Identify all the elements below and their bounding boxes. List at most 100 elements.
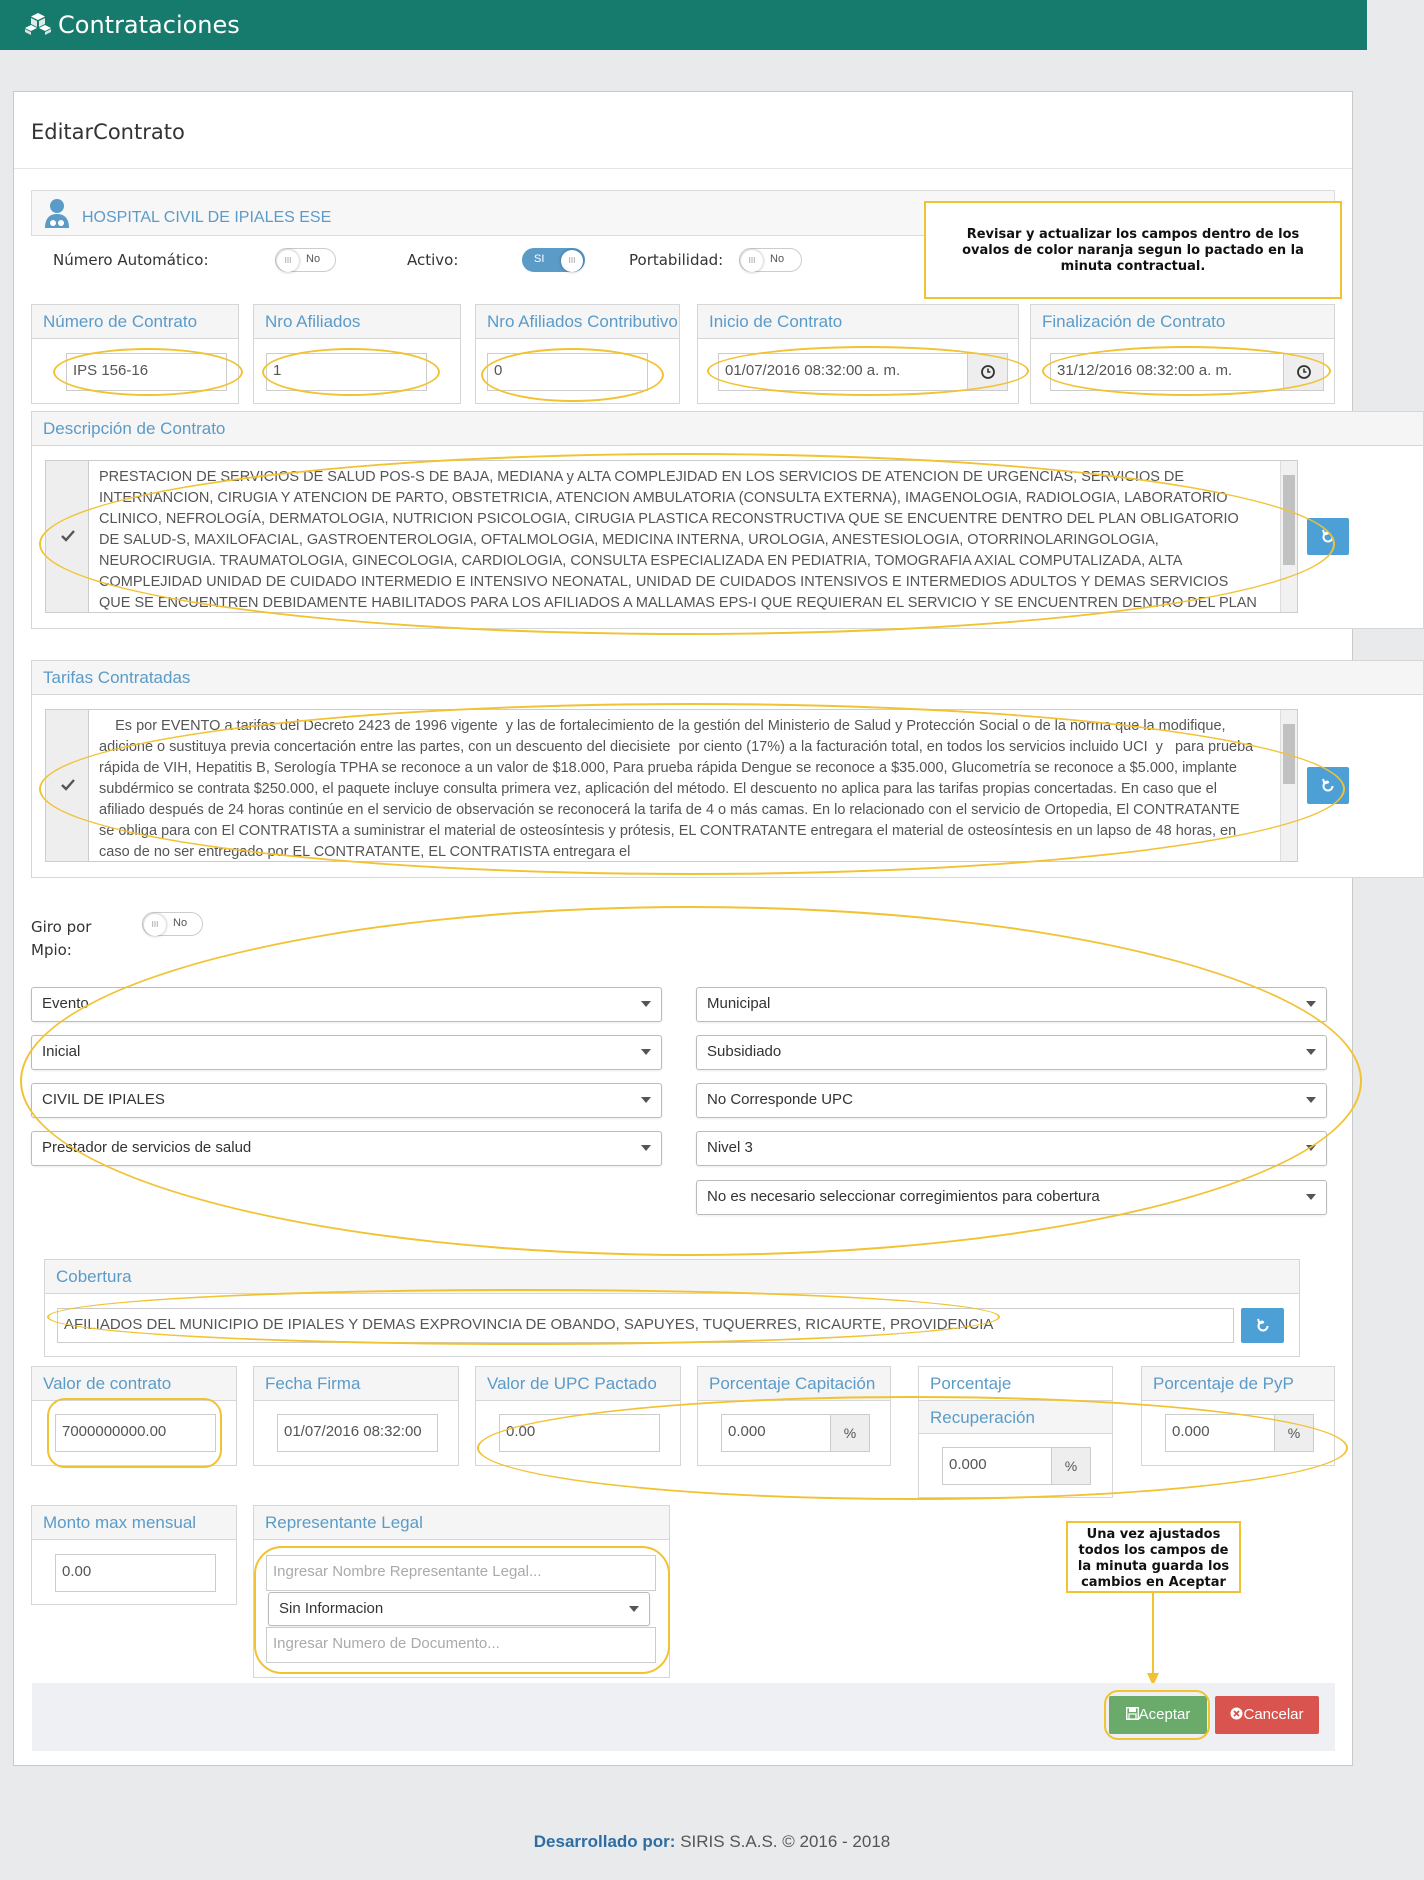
select-upc[interactable]: No Corresponde UPC [696,1083,1327,1118]
descripcion-side [45,460,89,613]
caret-down-icon [1306,1194,1316,1200]
caret-down-icon [641,1145,651,1151]
panel-heading-2: Recuperación [919,1400,1112,1434]
nro-afiliados-contributivo-input[interactable]: 0 [487,353,648,391]
tipo-documento-select[interactable]: Sin Informacion [268,1592,650,1626]
panel-heading: Porcentaje de PyP [1142,1367,1334,1401]
refresh-icon [1322,778,1334,792]
tarifas-scrollbar[interactable] [1280,710,1297,861]
select-tipo-prestador[interactable]: Prestador de servicios de salud [31,1131,662,1166]
caret-down-icon [629,1606,639,1612]
activo-toggle[interactable]: SI III [522,248,585,272]
percent-addon: % [1051,1447,1091,1485]
panel-heading: Número de Contrato [32,305,238,339]
user-doctor-icon [42,197,72,234]
caret-down-icon [1306,1097,1316,1103]
tarifas-textarea[interactable]: Es por EVENTO a tarifas del Decreto 2423… [88,709,1298,862]
nro-afiliados-input[interactable]: 1 [266,353,427,391]
portabilidad-label: Portabilidad: [629,251,724,269]
portabilidad-toggle[interactable]: III No [739,248,802,272]
arrow-down-icon [1147,1593,1159,1686]
select-tipo-contratacion[interactable]: Evento [31,987,662,1022]
numero-automatico-label: Número Automático: [53,251,209,269]
panel-heading: Descripción de Contrato [32,412,1423,446]
hospital-name: HOSPITAL CIVIL DE IPIALES ESE [82,209,332,226]
app-title: Contrataciones [58,11,240,39]
panel-heading: Tarifas Contratadas [32,661,1423,695]
monto-max-input[interactable]: 0.00 [55,1554,216,1592]
panel-heading: Cobertura [45,1260,1299,1294]
valor-contrato-input[interactable]: 7000000000.00 [55,1414,216,1452]
top-bar: Contrataciones [0,0,1367,50]
valor-upc-input[interactable]: 0.00 [499,1414,660,1452]
panel-heading: Porcentaje [919,1367,1112,1401]
page-footer: Desarrollado por: SIRIS S.A.S. © 2016 - … [0,1832,1424,1852]
percent-addon: % [830,1414,870,1452]
caret-down-icon [1306,1049,1316,1055]
panel-heading: Porcentaje Capitación [698,1367,890,1401]
panel-heading: Nro Afiliados Contributivo [476,305,679,339]
representante-nombre-input[interactable]: Ingresar Nombre Representante Legal... [266,1555,656,1591]
times-circle-icon [1230,1707,1243,1720]
porcentaje-capitacion-input[interactable]: 0.000 [721,1414,831,1452]
accept-button[interactable]: Aceptar [1109,1696,1207,1734]
toggle-state: No [306,253,321,265]
panel-heading: Monto max mensual [32,1506,236,1540]
select-corregimientos[interactable]: No es necesario seleccionar corregimient… [696,1180,1327,1215]
check-icon [61,529,75,547]
refresh-button[interactable] [1307,518,1349,555]
check-icon [61,778,75,796]
divider [14,168,1352,169]
caret-down-icon [1306,1001,1316,1007]
select-sede[interactable]: CIVIL DE IPIALES [31,1083,662,1118]
panel-heading: Nro Afiliados [254,305,460,339]
porcentaje-pyp-input[interactable]: 0.000 [1165,1414,1275,1452]
percent-addon: % [1274,1414,1314,1452]
instruction-note: Revisar y actualizar los campos dentro d… [924,201,1342,299]
clock-icon[interactable] [967,353,1008,391]
caret-down-icon [641,1001,651,1007]
inicio-contrato-input[interactable]: 01/07/2016 08:32:00 a. m. [718,353,968,391]
porcentaje-recuperacion-input[interactable]: 0.000 [942,1447,1052,1485]
numero-automatico-toggle[interactable]: III No [275,248,336,272]
caret-down-icon [641,1049,651,1055]
cubes-icon [24,12,52,41]
toggle-state: No [173,917,188,929]
refresh-button[interactable] [1307,767,1349,804]
descripcion-scrollbar[interactable] [1280,461,1297,612]
panel-heading: Valor de contrato [32,1367,236,1401]
page-title: EditarContrato [31,120,185,144]
representante-documento-input[interactable]: Ingresar Numero de Documento... [266,1627,656,1663]
toggle-state: SI [534,253,545,265]
cobertura-input[interactable]: AFILIADOS DEL MUNICIPIO DE IPIALES Y DEM… [57,1308,1234,1343]
fecha-firma-input[interactable]: 01/07/2016 08:32:00 [277,1414,438,1452]
panel-heading: Representante Legal [254,1506,669,1540]
save-icon [1125,1706,1139,1721]
developer-label: Desarrollado por: [533,1832,676,1851]
panel-heading: Inicio de Contrato [698,305,1018,339]
select-ambito[interactable]: Municipal [696,987,1327,1022]
refresh-icon [1322,529,1334,543]
select-regimen[interactable]: Subsidiado [696,1035,1327,1070]
panel-heading: Valor de UPC Pactado [476,1367,680,1401]
company-text: SIRIS S.A.S. © 2016 - 2018 [680,1832,891,1851]
panel-heading: Fecha Firma [254,1367,458,1401]
panel-heading: Finalización de Contrato [1031,305,1334,339]
caret-down-icon [641,1097,651,1103]
descripcion-textarea[interactable]: PRESTACION DE SERVICIOS DE SALUD POS-S D… [88,460,1298,613]
giro-mpio-toggle[interactable]: III No [142,912,203,936]
toggle-state: No [770,253,785,265]
refresh-button[interactable] [1241,1308,1284,1343]
cancel-button[interactable]: Cancelar [1215,1696,1319,1734]
select-nivel[interactable]: Nivel 3 [696,1131,1327,1166]
caret-down-icon [1306,1145,1316,1151]
select-estado[interactable]: Inicial [31,1035,662,1070]
giro-mpio-label: Giro por Mpio: [31,918,92,959]
numero-contrato-input[interactable]: IPS 156-16 [66,353,227,391]
clock-icon[interactable] [1283,353,1324,391]
save-instruction-note: Una vez ajustados todos los campos de la… [1066,1521,1241,1593]
fin-contrato-input[interactable]: 31/12/2016 08:32:00 a. m. [1050,353,1284,391]
activo-label: Activo: [407,251,459,269]
tarifas-side [45,709,89,862]
refresh-icon [1256,1318,1268,1332]
